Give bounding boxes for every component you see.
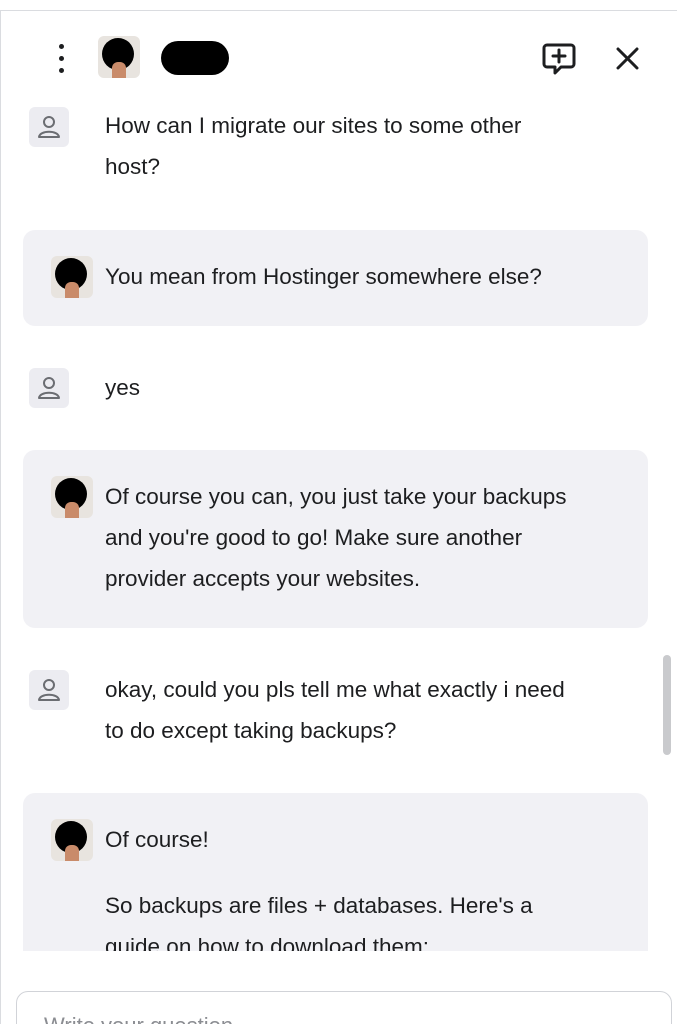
close-button[interactable]	[607, 39, 647, 79]
user-avatar-icon	[29, 368, 69, 408]
message-line: yes	[105, 375, 141, 400]
agent-avatar	[51, 476, 93, 518]
agent-avatar	[51, 819, 93, 861]
assistant-message: Of course you can, you just take your ba…	[23, 450, 648, 628]
chat-scrollbar[interactable]	[663, 655, 671, 755]
question-input-container[interactable]	[16, 991, 672, 1024]
message-line: Of course you can, you just take your ba…	[105, 484, 567, 509]
close-icon	[616, 47, 639, 70]
user-message: yes	[105, 367, 625, 408]
question-input[interactable]	[42, 1012, 646, 1024]
assistant-message: Of course! So backups are files + databa…	[23, 793, 648, 951]
assistant-message: You mean from Hostinger somewhere else?	[23, 230, 648, 326]
message-line: guide on how to download them:	[105, 934, 429, 951]
message-plus-icon	[542, 43, 576, 75]
user-avatar-icon	[29, 670, 69, 710]
message-line: okay, could you pls tell me what exactly…	[105, 677, 565, 702]
message-line: Of course!	[105, 827, 209, 852]
message-list: How can I migrate our sites to some othe…	[1, 99, 661, 951]
agent-avatar	[98, 36, 140, 78]
agent-avatar	[51, 256, 93, 298]
message-line: So backups are files + databases. Here's…	[105, 893, 533, 918]
user-message: okay, could you pls tell me what exactly…	[105, 669, 625, 751]
chat-window: How can I migrate our sites to some othe…	[0, 10, 677, 1024]
user-message: How can I migrate our sites to some othe…	[105, 105, 625, 187]
message-line: to do except taking backups?	[105, 718, 397, 743]
message-line: How can I migrate our sites to some othe…	[105, 113, 522, 138]
new-chat-button[interactable]	[539, 39, 579, 79]
message-line: You mean from Hostinger somewhere else?	[105, 264, 542, 289]
user-avatar-icon	[29, 107, 69, 147]
vertical-ellipsis-icon[interactable]	[49, 41, 73, 77]
message-line: provider accepts your websites.	[105, 566, 421, 591]
chat-header	[1, 11, 677, 99]
message-line: host?	[105, 154, 161, 179]
agent-name-redacted	[161, 41, 229, 75]
message-line: and you're good to go! Make sure another	[105, 525, 523, 550]
